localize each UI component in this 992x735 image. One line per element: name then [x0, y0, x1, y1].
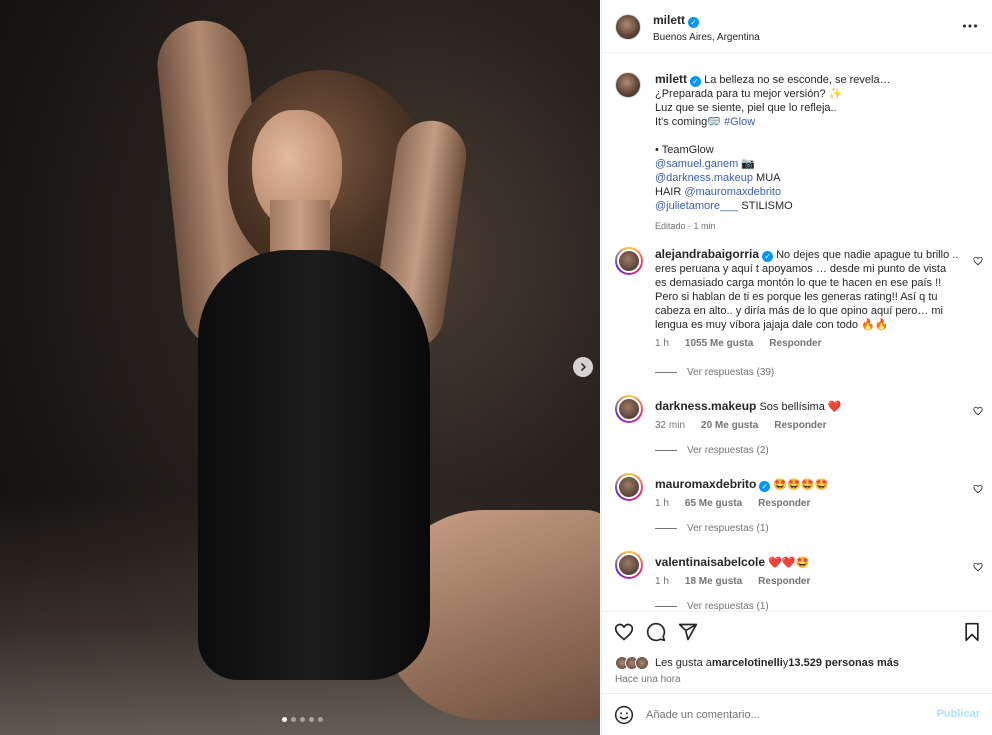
- commenter-avatar[interactable]: [615, 247, 643, 275]
- verified-badge-icon: ✓: [690, 76, 702, 87]
- comment-likes[interactable]: 18 Me gusta: [685, 576, 742, 587]
- caption-line: • TeamGlow: [655, 144, 714, 156]
- liker-username[interactable]: marcelotinelli: [712, 657, 783, 669]
- caption-text: 📷: [738, 158, 756, 170]
- heart-outline-icon: [973, 256, 983, 266]
- photo-bodysuit: [198, 250, 430, 680]
- likes-summary[interactable]: Les gusta a marcelotinelli y 13.529 pers…: [615, 656, 899, 670]
- comment-likes[interactable]: 20 Me gusta: [701, 420, 758, 431]
- bookmark-icon[interactable]: [963, 622, 981, 642]
- commenter-avatar[interactable]: [615, 551, 643, 579]
- comment-bubble-icon[interactable]: [646, 622, 666, 642]
- carousel-next-button[interactable]: [573, 357, 593, 377]
- reply-button[interactable]: Responder: [758, 498, 810, 509]
- comment-text: Sos bellísima ❤️: [759, 401, 842, 413]
- comment-time[interactable]: 1 h: [655, 498, 669, 509]
- view-replies-label[interactable]: Ver respuestas (2): [687, 445, 769, 456]
- mention-link[interactable]: @darkness.makeup: [655, 172, 753, 184]
- carousel-dot: [309, 717, 314, 722]
- heart-outline-icon: [973, 562, 983, 572]
- commenter-username[interactable]: darkness.makeup: [655, 399, 756, 413]
- carousel-dot: [282, 717, 287, 722]
- comments-section[interactable]: milett ✓ La belleza no se esconde, se rev…: [602, 53, 992, 611]
- caption-avatar[interactable]: [615, 72, 641, 98]
- caption-line: It's coming🥽: [655, 116, 724, 128]
- caption-line: Luz que se siente, piel que lo refleja..: [655, 102, 837, 114]
- replies-divider: [655, 372, 677, 373]
- like-comment-button[interactable]: [973, 255, 983, 269]
- caption-text: MUA: [753, 172, 781, 184]
- carousel-dot: [318, 717, 323, 722]
- view-replies-label[interactable]: Ver respuestas (39): [687, 367, 774, 378]
- mention-link[interactable]: @julietamore___: [655, 200, 738, 212]
- view-replies-label[interactable]: Ver respuestas (1): [687, 523, 769, 534]
- replies-divider: [655, 450, 677, 451]
- add-comment-bar: Publicar: [602, 693, 992, 735]
- comment-text: ❤️❤️🤩: [768, 557, 810, 569]
- publish-button[interactable]: Publicar: [937, 708, 980, 720]
- comment-likes[interactable]: 1055 Me gusta: [685, 338, 753, 349]
- heart-outline-icon: [973, 406, 983, 416]
- like-comment-button[interactable]: [973, 483, 983, 497]
- post-header: milett ✓ Buenos Aires, Argentina: [602, 0, 992, 53]
- mention-link[interactable]: @samuel.ganem: [655, 158, 738, 170]
- likers-avatar-stack: [615, 656, 649, 670]
- caption-text: STILISMO: [738, 200, 793, 212]
- reply-button[interactable]: Responder: [769, 338, 821, 349]
- commenter-username[interactable]: mauromaxdebrito: [655, 477, 756, 491]
- verified-badge-icon: ✓: [762, 251, 774, 262]
- view-replies-button[interactable]: Ver respuestas (2): [655, 445, 769, 456]
- post-location[interactable]: Buenos Aires, Argentina: [653, 32, 760, 43]
- author-avatar[interactable]: [615, 14, 641, 40]
- view-replies-label[interactable]: Ver respuestas (1): [687, 601, 769, 611]
- commenter-username[interactable]: valentinaisabelcole: [655, 555, 765, 569]
- view-replies-button[interactable]: Ver respuestas (1): [655, 601, 769, 611]
- view-replies-button[interactable]: Ver respuestas (1): [655, 523, 769, 534]
- likes-count[interactable]: 13.529 personas más: [788, 657, 899, 669]
- emoji-smile-icon: [614, 705, 634, 725]
- emoji-picker-button[interactable]: [614, 705, 634, 728]
- caption-line: La belleza no se esconde, se revela…: [704, 74, 891, 86]
- carousel-dot: [300, 717, 305, 722]
- commenter-avatar[interactable]: [615, 473, 643, 501]
- like-comment-button[interactable]: [973, 405, 983, 419]
- commenter-username[interactable]: alejandrabaigorria: [655, 247, 759, 261]
- share-paper-plane-icon[interactable]: [678, 622, 698, 642]
- commenter-avatar[interactable]: [615, 395, 643, 423]
- author-username[interactable]: milett: [653, 13, 685, 27]
- reply-button[interactable]: Responder: [774, 420, 826, 431]
- verified-badge-icon: ✓: [759, 481, 771, 492]
- post-actions: Les gusta a marcelotinelli y 13.529 pers…: [602, 611, 992, 693]
- like-comment-button[interactable]: [973, 561, 983, 575]
- comment-input[interactable]: [646, 705, 926, 725]
- hashtag-link[interactable]: #Glow: [724, 116, 755, 128]
- comment-likes[interactable]: 65 Me gusta: [685, 498, 742, 509]
- mention-link[interactable]: @mauromaxdebrito: [684, 186, 781, 198]
- view-replies-button[interactable]: Ver respuestas (39): [655, 367, 774, 378]
- comment-time[interactable]: 1 h: [655, 338, 669, 349]
- post-side-panel: milett ✓ Buenos Aires, Argentina milett ✓ …: [601, 0, 992, 735]
- comment-time[interactable]: 1 h: [655, 576, 669, 587]
- verified-badge-icon: ✓: [688, 17, 700, 28]
- caption-line: ¿Preparada para tu mejor versión? ✨: [655, 88, 843, 100]
- heart-outline-icon: [973, 484, 983, 494]
- replies-divider: [655, 606, 677, 607]
- more-options-button[interactable]: [962, 18, 978, 37]
- comment-text: 🤩🤩🤩🤩: [773, 479, 829, 491]
- chevron-right-icon: [580, 362, 587, 372]
- carousel-indicator: [282, 717, 323, 722]
- carousel-dot: [291, 717, 296, 722]
- replies-divider: [655, 528, 677, 529]
- caption-text: HAIR: [655, 186, 685, 198]
- post-time[interactable]: Hace una hora: [615, 674, 681, 685]
- heart-outline-icon[interactable]: [614, 622, 634, 642]
- post-media[interactable]: [0, 0, 600, 735]
- likes-prefix: Les gusta a: [655, 657, 712, 669]
- comment-time[interactable]: 32 min: [655, 420, 685, 431]
- more-horizontal-icon: [963, 24, 977, 28]
- reply-button[interactable]: Responder: [758, 576, 810, 587]
- caption-username[interactable]: milett: [655, 72, 687, 86]
- comment-text: No dejes que nadie apague tu brillo .. e…: [655, 249, 959, 331]
- edited-timestamp: Editado · 1 min: [655, 221, 716, 231]
